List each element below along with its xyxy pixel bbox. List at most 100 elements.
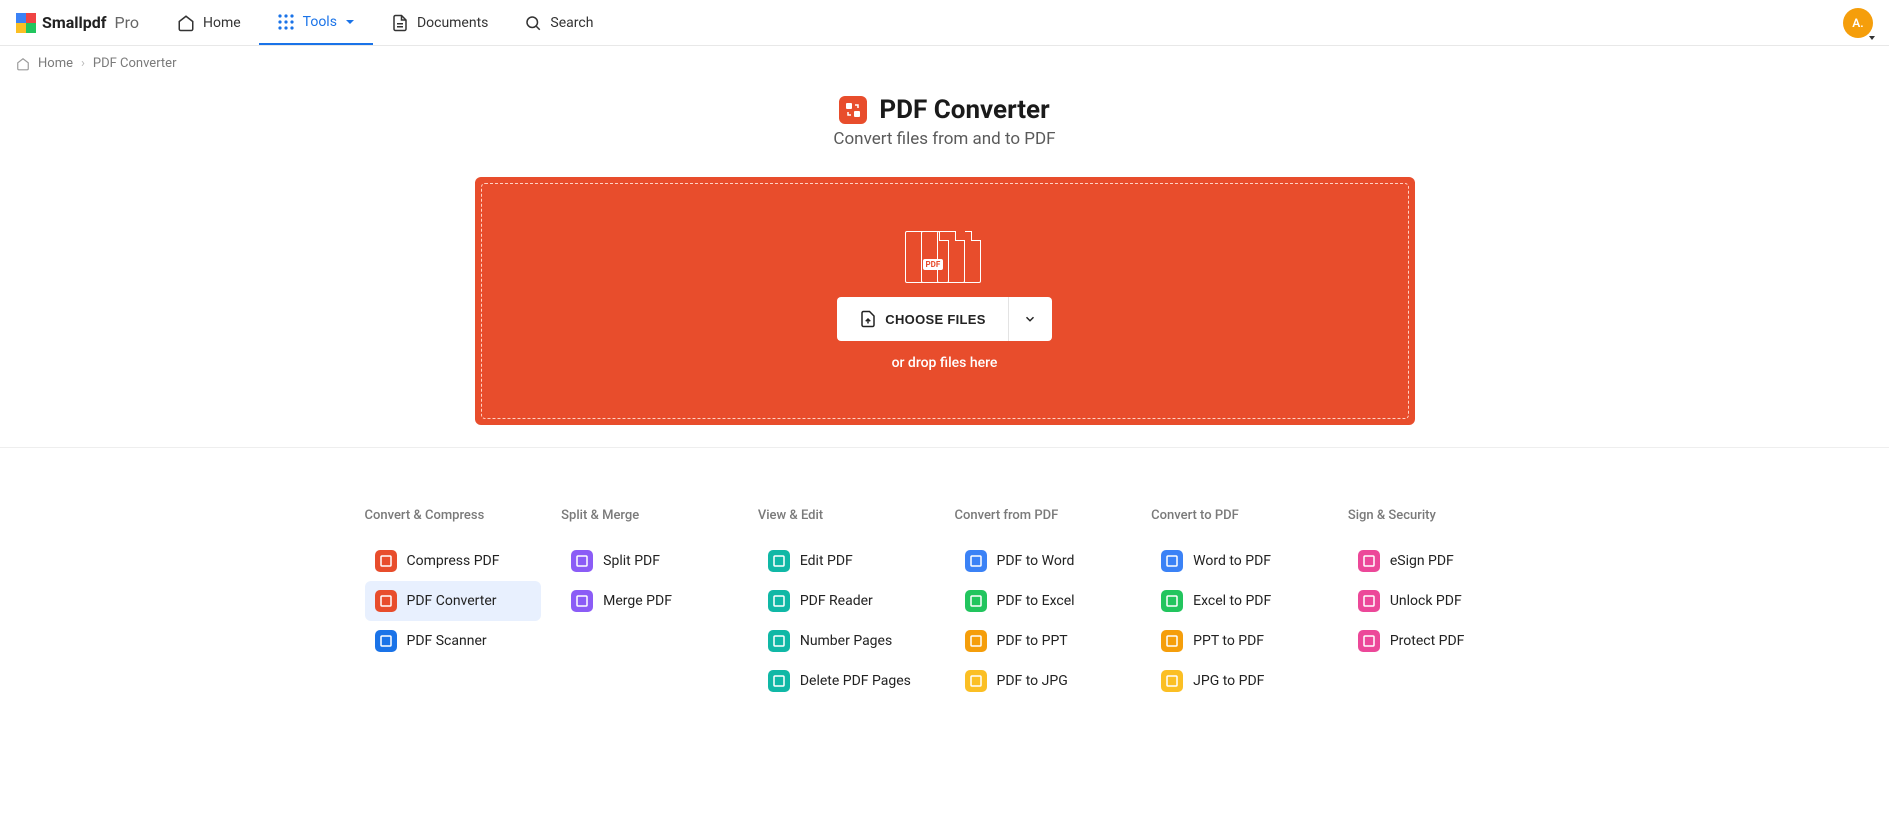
brand-tier: Pro [114,13,138,32]
compress-pdf-icon [375,550,397,572]
tool-label: Word to PDF [1193,553,1271,569]
tool-merge-pdf[interactable]: Merge PDF [561,581,738,621]
tool-label: Split PDF [603,553,660,569]
tool-pdf-to-ppt[interactable]: PDF to PPT [955,621,1132,661]
number-pages-icon [768,630,790,652]
hero: PDF Converter Convert files from and to … [0,81,1889,425]
nav-items: Home Tools Documents Search [159,0,611,45]
hero-head: PDF Converter [839,95,1049,125]
nav-tools-label: Tools [303,14,337,30]
tool-label: PDF to JPG [997,673,1068,689]
esign-pdf-icon [1358,550,1380,572]
choose-files-button[interactable]: CHOOSE FILES [837,297,1007,341]
tool-label: Compress PDF [407,553,500,569]
breadcrumb-separator: › [81,56,85,71]
tool-label: PDF Reader [800,593,873,609]
tool-label: Merge PDF [603,593,672,609]
nav-search[interactable]: Search [506,0,611,45]
tool-delete-pdf-pages[interactable]: Delete PDF Pages [758,661,935,701]
brand-name: Smallpdf [42,13,106,32]
tool-ppt-to-pdf[interactable]: PPT to PDF [1151,621,1328,661]
tool-protect-pdf[interactable]: Protect PDF [1348,621,1525,661]
home-icon [177,14,195,32]
edit-pdf-icon [768,550,790,572]
chevron-down-icon [1023,312,1037,326]
tools-column-split-merge: Split & Merge Split PDF Merge PDF [561,508,738,701]
tools-column-convert-to-pdf: Convert to PDF Word to PDF Excel to PDF PPT… [1151,508,1328,701]
unlock-pdf-icon [1358,590,1380,612]
tool-excel-to-pdf[interactable]: Excel to PDF [1151,581,1328,621]
grid-icon [277,13,295,31]
document-icon [391,14,409,32]
tools-grid: Convert & CompressCompress PDFPDF Conver… [365,508,1525,701]
tool-split-pdf[interactable]: Split PDF [561,541,738,581]
files-art-icon: PDF [905,231,985,283]
pdf-reader-icon [768,590,790,612]
tools-heading: Convert to PDF [1151,508,1328,523]
dropzone[interactable]: PDF CHOOSE FILES or drop files here [475,177,1415,425]
tool-label: Number Pages [800,633,892,649]
tool-unlock-pdf[interactable]: Unlock PDF [1348,581,1525,621]
tool-esign-pdf[interactable]: eSign PDF [1348,541,1525,581]
choose-files-dropdown[interactable] [1008,297,1052,341]
tool-number-pages[interactable]: Number Pages [758,621,935,661]
pdf-to-excel-icon [965,590,987,612]
section-divider [0,447,1889,448]
tools-heading: Sign & Security [1348,508,1525,523]
pdf-scanner-icon [375,630,397,652]
tool-label: Unlock PDF [1390,593,1462,609]
tools-column-convert-compress: Convert & CompressCompress PDFPDF Conver… [365,508,542,701]
nav-home-label: Home [203,15,241,31]
nav-documents[interactable]: Documents [373,0,506,45]
tool-label: PDF Scanner [407,633,487,649]
tool-label: PPT to PDF [1193,633,1264,649]
tool-label: PDF to PPT [997,633,1068,649]
tool-edit-pdf[interactable]: Edit PDF [758,541,935,581]
choose-files-label: CHOOSE FILES [885,312,985,327]
tool-label: eSign PDF [1390,553,1454,569]
word-to-pdf-icon [1161,550,1183,572]
breadcrumb-current: PDF Converter [93,56,177,71]
tools-column-sign-security: Sign & Security eSign PDF Unlock PDF Protec… [1348,508,1525,701]
chevron-down-icon [345,17,355,27]
breadcrumb-home[interactable]: Home [38,56,73,71]
drop-hint: or drop files here [892,355,998,371]
converter-icon [839,96,867,124]
tool-label: Delete PDF Pages [800,673,911,689]
choose-files-group: CHOOSE FILES [837,297,1051,341]
tool-pdf-converter[interactable]: PDF Converter [365,581,542,621]
tool-label: Excel to PDF [1193,593,1271,609]
tools-heading: View & Edit [758,508,935,523]
nav-tools[interactable]: Tools [259,0,373,45]
excel-to-pdf-icon [1161,590,1183,612]
tool-jpg-to-pdf[interactable]: JPG to PDF [1151,661,1328,701]
protect-pdf-icon [1358,630,1380,652]
pdf-converter-icon [375,590,397,612]
tool-compress-pdf[interactable]: Compress PDF [365,541,542,581]
search-icon [524,14,542,32]
tool-pdf-scanner[interactable]: PDF Scanner [365,621,542,661]
top-nav: Smallpdf Pro Home Tools Documents [0,0,1889,46]
split-pdf-icon [571,550,593,572]
tool-pdf-reader[interactable]: PDF Reader [758,581,935,621]
tools-column-convert-from-pdf: Convert from PDFPDF to WordPDF to ExcelP… [955,508,1132,701]
tool-pdf-to-jpg[interactable]: PDF to JPG [955,661,1132,701]
pdf-to-ppt-icon [965,630,987,652]
tool-word-to-pdf[interactable]: Word to PDF [1151,541,1328,581]
home-icon [16,57,30,71]
brand-logo[interactable]: Smallpdf Pro [16,13,139,33]
tool-label: JPG to PDF [1193,673,1264,689]
nav-search-label: Search [550,15,593,31]
tool-label: Protect PDF [1390,633,1465,649]
logo-icon [16,13,36,33]
tool-label: PDF to Word [997,553,1075,569]
tool-pdf-to-excel[interactable]: PDF to Excel [955,581,1132,621]
ppt-to-pdf-icon [1161,630,1183,652]
user-avatar[interactable]: A. [1843,8,1873,38]
tool-label: PDF Converter [407,593,497,609]
nav-home[interactable]: Home [159,0,259,45]
page-title: PDF Converter [879,95,1049,125]
tool-pdf-to-word[interactable]: PDF to Word [955,541,1132,581]
chevron-down-icon [1869,36,1875,40]
tools-heading: Split & Merge [561,508,738,523]
